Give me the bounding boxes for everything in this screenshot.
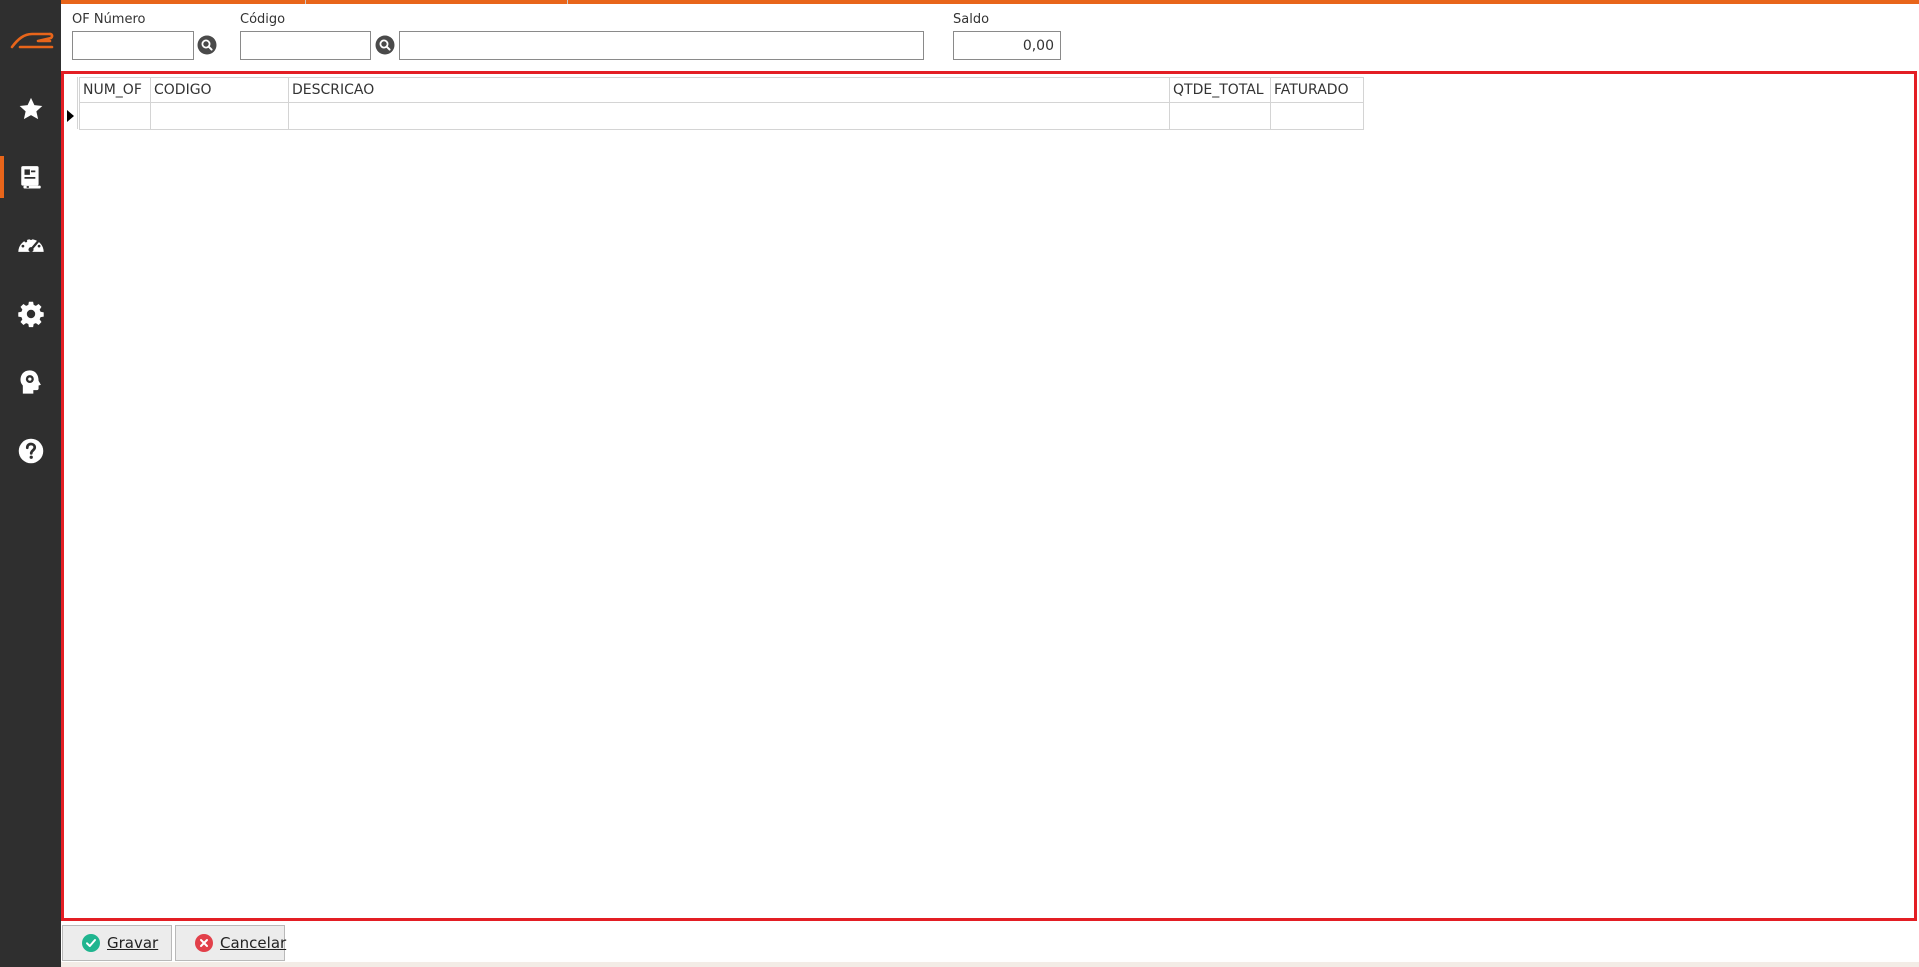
table-row[interactable] <box>79 102 1364 130</box>
gravar-label: Gravar <box>107 934 159 952</box>
saldo-input[interactable] <box>953 31 1061 60</box>
cancelar-label: Cancelar <box>220 934 287 952</box>
grid-panel: NUM_OF CODIGO DESCRICAO QTDE_TOTAL FATUR… <box>61 71 1917 921</box>
speedometer-icon[interactable] <box>0 224 61 266</box>
column-header[interactable]: NUM_OF <box>79 77 151 103</box>
grid-header-row: NUM_OF CODIGO DESCRICAO QTDE_TOTAL FATUR… <box>79 77 1364 103</box>
codigo-input[interactable] <box>240 31 371 60</box>
data-grid[interactable]: NUM_OF CODIGO DESCRICAO QTDE_TOTAL FATUR… <box>79 77 1364 130</box>
app-window: OF Número Código Saldo NUM_OF CODIGO DES <box>0 0 1919 967</box>
top-divider <box>567 0 568 4</box>
top-divider <box>305 0 306 4</box>
cancelar-button[interactable]: Cancelar <box>175 925 287 961</box>
column-header[interactable]: DESCRICAO <box>288 77 1170 103</box>
of-numero-input[interactable] <box>72 31 194 60</box>
of-numero-search-icon[interactable] <box>196 34 218 56</box>
column-header[interactable]: QTDE_TOTAL <box>1169 77 1271 103</box>
table-cell[interactable] <box>79 102 151 130</box>
close-icon <box>195 934 213 952</box>
ce-logo-icon[interactable] <box>0 14 61 64</box>
column-header[interactable]: CODIGO <box>150 77 289 103</box>
top-accent-bar <box>61 0 1919 4</box>
check-icon <box>82 934 100 952</box>
table-cell[interactable] <box>288 102 1170 130</box>
bottom-strip <box>61 962 1919 967</box>
gravar-button[interactable]: Gravar <box>62 925 172 961</box>
document-icon[interactable] <box>0 156 61 198</box>
table-cell[interactable] <box>1169 102 1271 130</box>
gear-icon[interactable] <box>0 293 61 335</box>
codigo-search-icon[interactable] <box>374 34 396 56</box>
current-row-indicator-icon <box>67 110 74 122</box>
head-gear-icon[interactable] <box>0 361 61 403</box>
of-numero-label: OF Número <box>72 12 146 27</box>
table-cell[interactable] <box>1270 102 1364 130</box>
saldo-label: Saldo <box>953 12 990 27</box>
table-cell[interactable] <box>150 102 289 130</box>
sidebar <box>0 0 61 967</box>
help-icon[interactable] <box>0 430 61 472</box>
descricao-input[interactable] <box>399 31 924 60</box>
codigo-label: Código <box>240 12 286 27</box>
column-header[interactable]: FATURADO <box>1270 77 1364 103</box>
star-icon[interactable] <box>0 88 61 130</box>
